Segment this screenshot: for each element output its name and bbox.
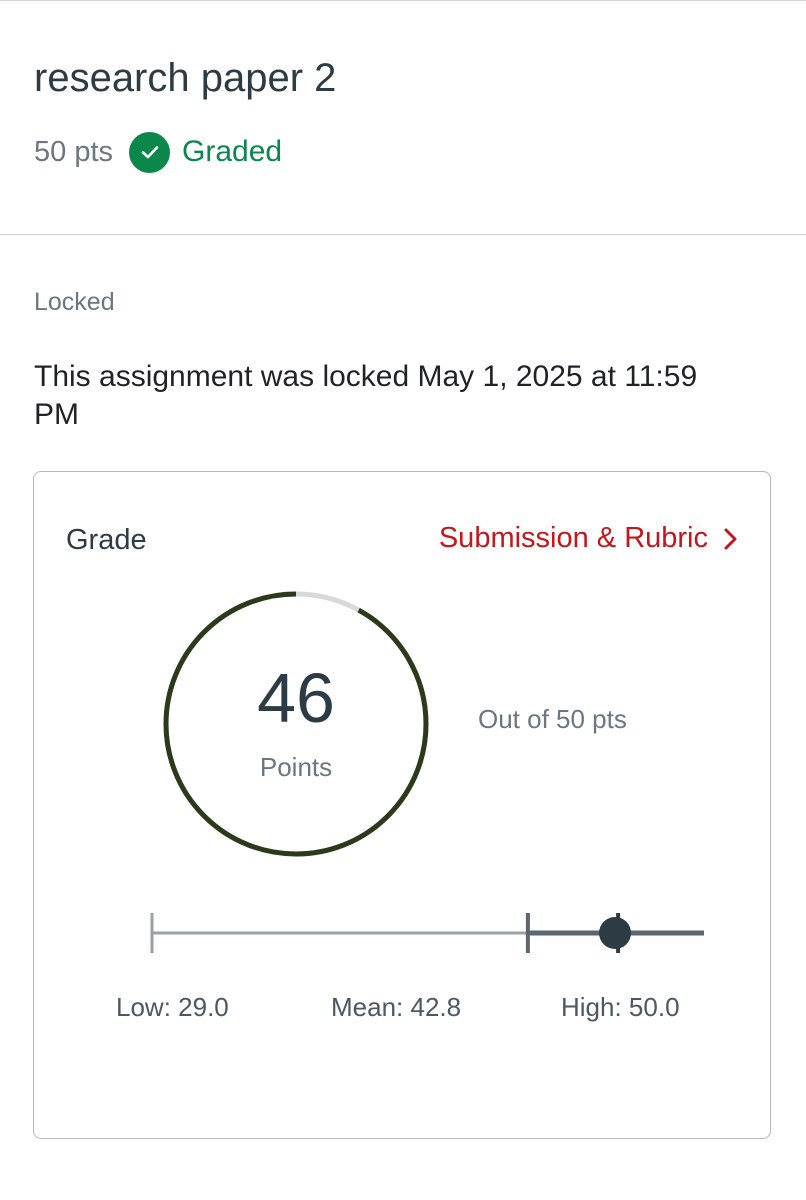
score-unit: Points (259, 752, 333, 782)
checkmark-icon (129, 131, 170, 173)
your-score-marker (599, 917, 632, 949)
score-value: 46 (257, 659, 335, 737)
score-distribution (150, 913, 704, 953)
submission-rubric-link[interactable]: Submission & Rubric (439, 522, 740, 555)
lock-message: This assignment was locked May 1, 2025 a… (34, 360, 698, 431)
assignment-header: research paper 2 50 pts Graded (0, 0, 806, 235)
mean-stat: Mean: 42.8 (331, 992, 462, 1022)
low-stat: Low: 29.0 (116, 992, 229, 1022)
points-possible: 50 pts (34, 135, 113, 168)
status-badge: Graded (182, 135, 283, 168)
chevron-right-icon (724, 528, 737, 549)
grade-card: Grade Submission & Rubric 46 Points Out … (33, 471, 771, 1139)
points-out-of: Out of 50 pts (478, 704, 627, 734)
submission-rubric-label: Submission & Rubric (438, 522, 708, 554)
assignment-meta: 50 pts Graded (34, 130, 282, 174)
high-stat: High: 50.0 (561, 992, 680, 1022)
lock-label: Locked (34, 288, 115, 316)
assignment-title: research paper 2 (34, 56, 337, 100)
grade-heading: Grade (66, 524, 147, 556)
